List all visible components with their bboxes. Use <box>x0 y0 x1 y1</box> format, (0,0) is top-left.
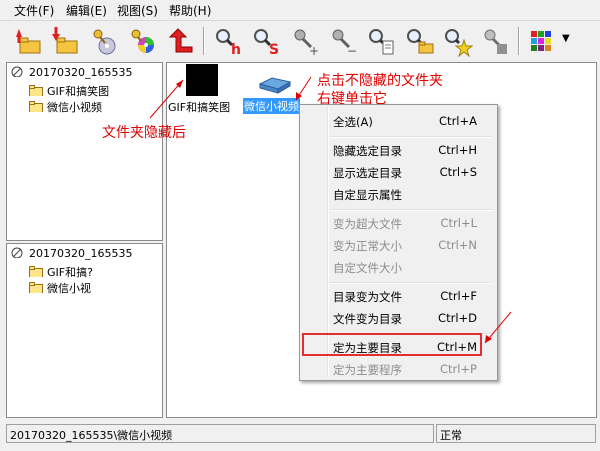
annotation-hidden-note: 文件夹隐藏后 <box>102 125 186 141</box>
annotation-click-note-2: 右键单击它 <box>317 91 387 107</box>
status-path: 20170320_165535\微信小视频 <box>10 429 173 442</box>
status-path-panel: 20170320_165535\微信小视频 <box>6 424 434 443</box>
annotation-arrows <box>149 76 512 344</box>
status-state: 正常 <box>440 429 462 442</box>
arrowhead <box>296 92 302 100</box>
status-state-panel: 正常 <box>436 424 596 443</box>
annotation-click-note-1: 点击不隐藏的文件夹 <box>317 73 443 89</box>
